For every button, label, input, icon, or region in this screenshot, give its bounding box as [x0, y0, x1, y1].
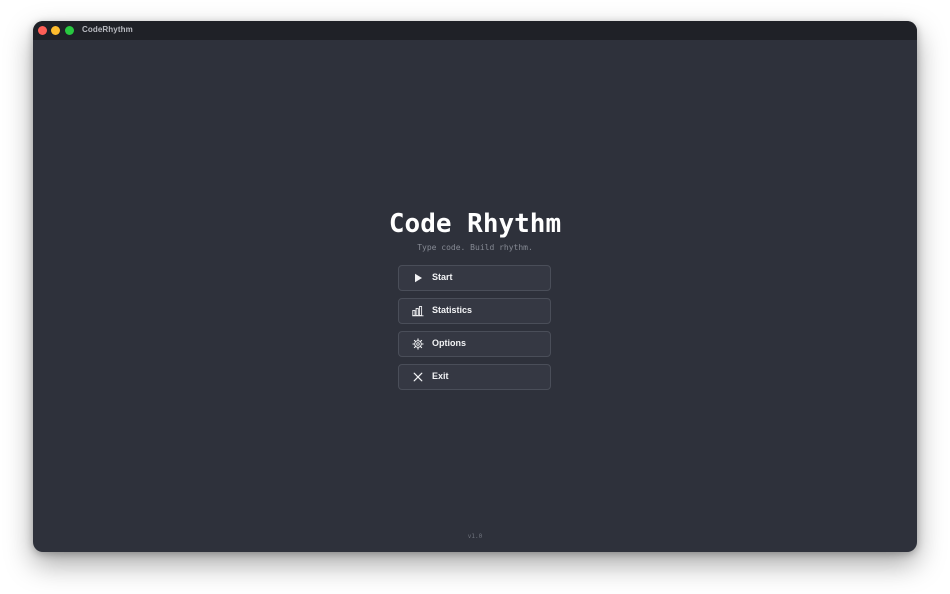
app-title: Code Rhythm	[388, 209, 562, 239]
title-bar[interactable]: CodeRhythm	[33, 21, 917, 40]
bar-chart-icon	[412, 306, 424, 317]
close-icon	[413, 372, 423, 382]
main-menu-screen: Code Rhythm Type code. Build rhythm. Sta…	[33, 40, 917, 552]
exit-button[interactable]: Exit	[398, 364, 551, 390]
window-title: CodeRhythm	[82, 25, 133, 34]
window-close-button[interactable]	[38, 26, 47, 35]
options-button[interactable]: Options	[398, 331, 551, 357]
start-button-label: Start	[432, 272, 453, 282]
play-icon	[415, 273, 422, 283]
options-button-label: Options	[432, 338, 466, 348]
statistics-button[interactable]: Statistics	[398, 298, 551, 324]
statistics-button-label: Statistics	[432, 305, 473, 315]
window-minimize-button[interactable]	[51, 26, 60, 35]
version-label: v1.0	[467, 533, 483, 540]
start-button[interactable]: Start	[398, 265, 551, 291]
app-tagline: Type code. Build rhythm.	[417, 243, 533, 252]
exit-button-label: Exit	[432, 371, 449, 381]
window-maximize-button[interactable]	[65, 26, 74, 35]
main-menu: Start Statistics Options Exit	[398, 265, 551, 397]
gear-icon	[412, 338, 424, 350]
app-window: CodeRhythm Code Rhythm Type code. Build …	[33, 21, 917, 552]
